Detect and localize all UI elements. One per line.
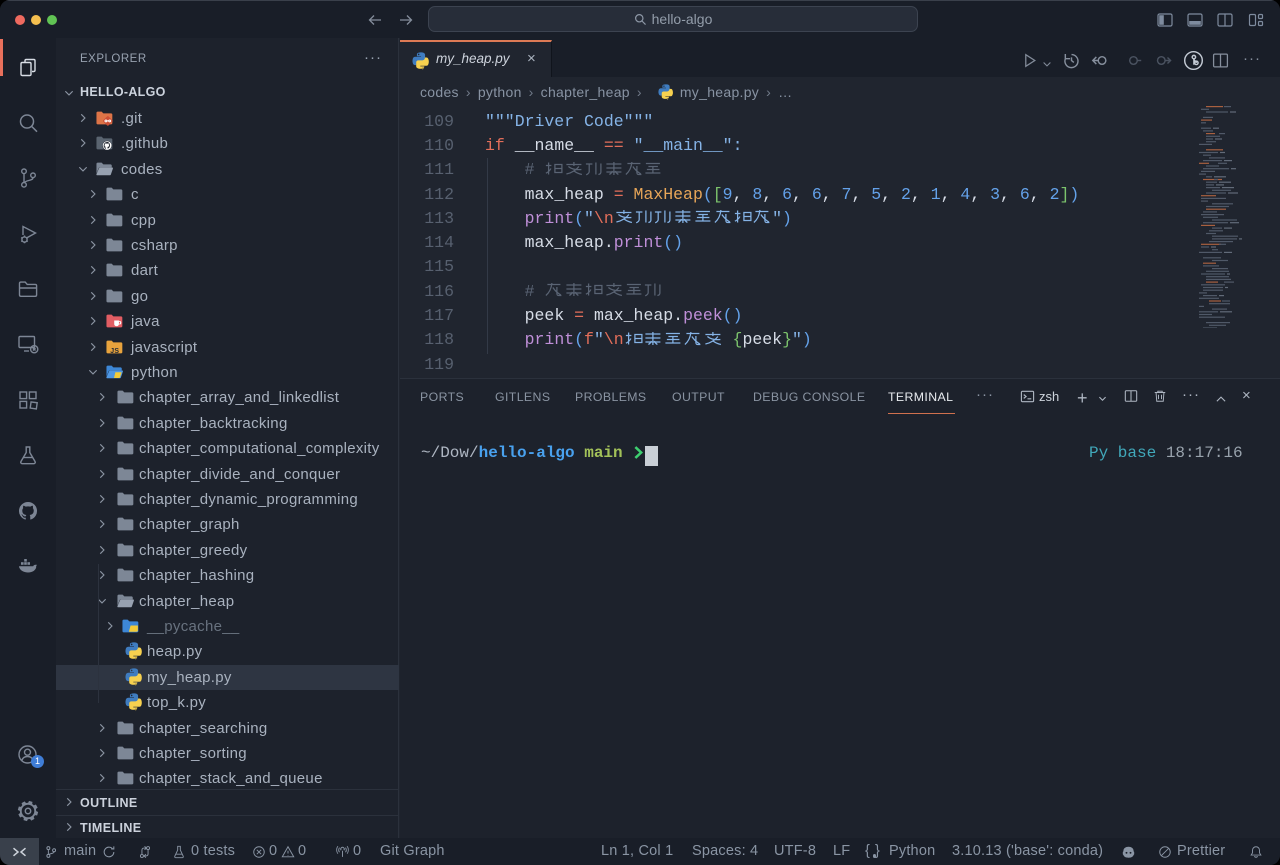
svg-text:JS: JS (110, 347, 119, 354)
